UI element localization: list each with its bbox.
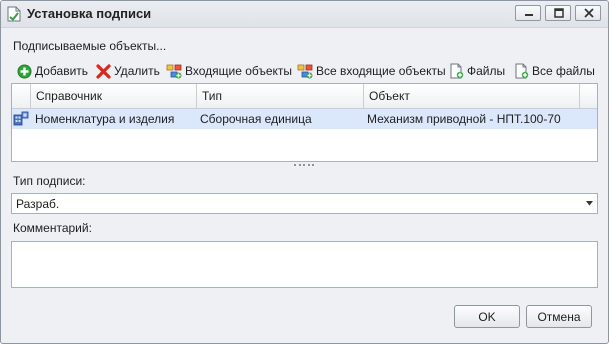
signature-type-label: Тип подписи: [13,174,86,188]
incoming-objects-icon [166,64,182,79]
comment-textarea[interactable] [11,241,598,288]
comment-label: Комментарий: [13,221,92,235]
document-sign-icon [7,6,21,22]
minimize-button[interactable] [515,5,541,21]
dialog-window: Установка подписи Подписываемые объекты.… [0,0,609,344]
file-icon [450,63,464,79]
all-files-icon [515,63,529,79]
incoming-objects-label: Входящие объекты [185,64,293,78]
delete-button[interactable]: Удалить [96,62,160,80]
cancel-button[interactable]: Отмена [526,305,592,328]
column-header-object[interactable]: Объект [369,89,410,103]
column-header-type[interactable]: Тип [202,89,222,103]
add-label: Добавить [35,64,89,78]
chevron-down-icon [586,201,593,206]
minimize-icon [525,14,533,16]
table-row[interactable]: Номенклатура и изделия Сборочная единица… [12,109,597,129]
maximize-icon [554,8,564,18]
add-icon [17,64,32,78]
ok-button[interactable]: OK [454,305,520,328]
all-files-label: Все файлы [532,64,595,78]
signature-type-select[interactable]: Разраб. [11,193,598,214]
cell-type: Сборочная единица [200,112,312,126]
files-label: Файлы [467,64,506,78]
column-divider[interactable] [30,84,31,108]
assembly-icon [13,111,29,130]
cell-object: Механизм приводной - НПТ.100-70 [367,112,561,126]
splitter-grip[interactable] [294,163,314,167]
all-incoming-objects-icon [297,64,313,79]
incoming-objects-button[interactable]: Входящие объекты [166,62,292,80]
delete-label: Удалить [114,64,160,78]
column-header-directory[interactable]: Справочник [36,89,102,103]
delete-icon [96,63,111,79]
table-header: Справочник Тип Объект [12,84,597,109]
all-files-button[interactable]: Все файлы [514,62,595,80]
column-divider[interactable] [363,84,364,108]
column-divider[interactable] [579,84,580,108]
title-bar[interactable]: Установка подписи [1,1,608,28]
add-button[interactable]: Добавить [17,62,88,80]
signature-type-value: Разраб. [16,197,60,211]
column-divider[interactable] [196,84,197,108]
close-window-button[interactable] [575,5,601,21]
objects-label: Подписываемые объекты... [13,39,167,53]
cell-directory: Номенклатура и изделия [35,112,175,126]
maximize-button[interactable] [545,5,571,21]
files-button[interactable]: Файлы [449,62,505,80]
all-incoming-objects-button[interactable]: Все входящие объекты [297,62,446,80]
close-icon [584,8,594,18]
all-incoming-objects-label: Все входящие объекты [316,64,446,78]
objects-table: Справочник Тип Объект Номенклатура и изд… [11,83,598,162]
objects-toolbar: Добавить Удалить Входящие объекты Все вх… [11,61,599,81]
window-title: Установка подписи [27,6,152,21]
